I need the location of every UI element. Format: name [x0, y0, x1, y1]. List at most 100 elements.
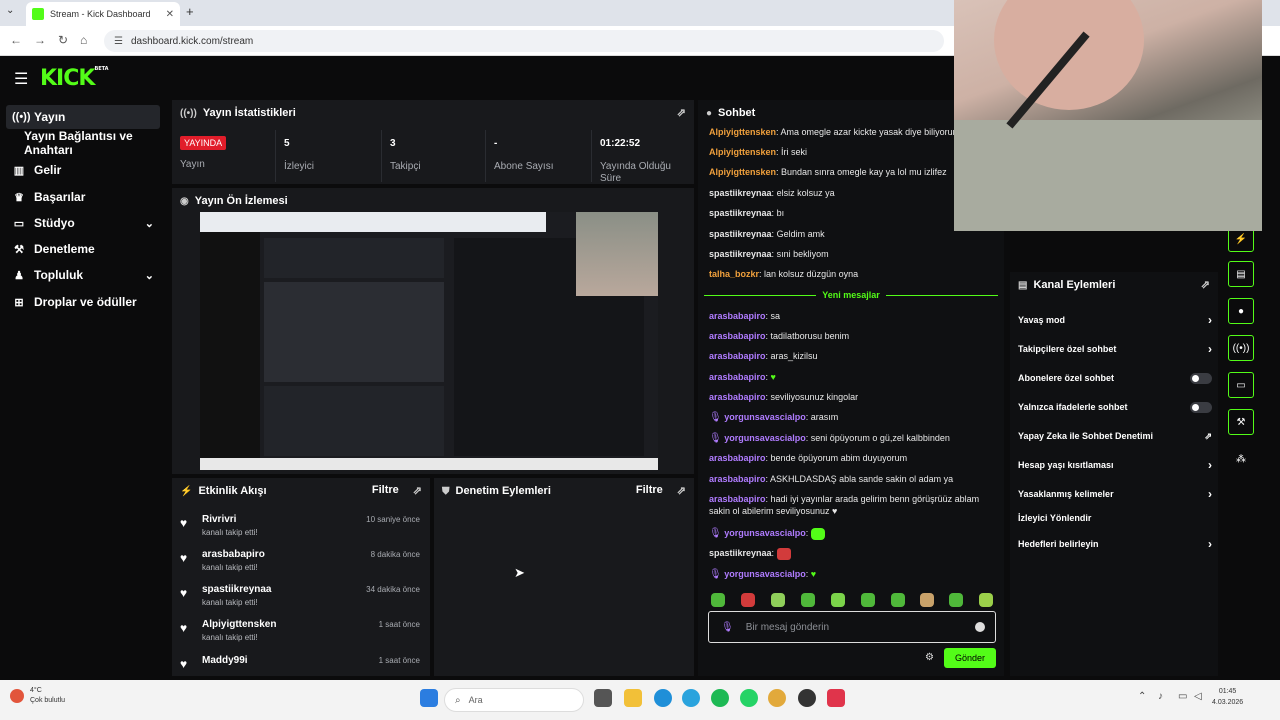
subscribers-only-toggle[interactable] — [1190, 372, 1212, 384]
sidebar-item-stream-key[interactable]: Yayın Bağlantısı ve Anahtarı — [6, 129, 160, 157]
popout-icon[interactable]: ⇗ — [1201, 278, 1210, 291]
activity-user[interactable]: Rivrivri — [202, 514, 236, 525]
kick-logo[interactable]: KICKBETA — [40, 66, 109, 91]
taskbar-search[interactable]: ⌕ Ara — [444, 688, 584, 712]
channel-action-ai-moderation[interactable]: Yapay Zeka ile Sohbet Denetimi ⇗ — [1018, 426, 1214, 446]
chat-username[interactable]: Alpiyigttensken — [709, 167, 776, 177]
edge-icon[interactable] — [654, 689, 672, 707]
channel-action-host[interactable]: İzleyici Yönlendir — [1018, 508, 1214, 528]
activity-user[interactable]: arasbabapiro — [202, 549, 265, 560]
telegram-icon[interactable] — [682, 689, 700, 707]
microphone-icon[interactable]: ♪ — [1158, 691, 1163, 702]
chat-username[interactable]: yorgunsavascialpo — [724, 433, 806, 443]
quick-action-document[interactable]: ▤ — [1228, 261, 1254, 287]
home-icon[interactable]: ⌂ — [80, 33, 87, 47]
quick-action-broadcast[interactable]: ((•)) — [1228, 335, 1254, 361]
popout-icon[interactable]: ⇗ — [677, 106, 686, 119]
chat-username[interactable]: spastiikreynaa — [709, 208, 772, 218]
task-view-icon[interactable] — [594, 689, 612, 707]
forward-icon[interactable]: → — [34, 33, 46, 47]
quick-action-chat[interactable]: ● — [1228, 298, 1254, 324]
sidebar-item-revenue[interactable]: ▥ Gelir — [6, 158, 160, 182]
chat-username[interactable]: spastiikreynaa — [709, 548, 772, 558]
emote-picker-item[interactable] — [711, 593, 725, 607]
quick-action-studio[interactable]: ▭ — [1228, 372, 1254, 398]
sidebar-item-achievements[interactable]: ♛ Başarılar — [6, 185, 160, 209]
emote-only-toggle[interactable] — [1190, 401, 1212, 413]
chat-username[interactable]: spastiikreynaa — [709, 249, 772, 259]
chrome-icon[interactable] — [768, 689, 786, 707]
weather-widget[interactable]: 4°C Çok bulutlu — [10, 686, 65, 706]
chat-username[interactable]: Alpiyigttensken — [709, 127, 776, 137]
chat-username[interactable]: spastiikreynaa — [709, 229, 772, 239]
close-tab-icon[interactable]: ✕ — [166, 9, 174, 20]
reload-icon[interactable]: ↻ — [58, 33, 68, 47]
back-icon[interactable]: ← — [10, 33, 22, 47]
activity-user[interactable]: Maddy99i — [202, 655, 248, 666]
emote-picker-item[interactable] — [949, 593, 963, 607]
app-icon[interactable] — [827, 689, 845, 707]
start-icon[interactable] — [420, 689, 438, 707]
chat-settings-icon[interactable]: ⚙ — [925, 652, 934, 663]
filter-button[interactable]: Filtre — [636, 484, 663, 497]
url-bar[interactable]: ☰ dashboard.kick.com/stream — [104, 30, 944, 52]
channel-action-followers-only[interactable]: Takipçilere özel sohbet › — [1018, 339, 1214, 359]
popout-icon[interactable]: ⇗ — [413, 484, 422, 497]
chat-username[interactable]: arasbabapiro — [709, 453, 766, 463]
activity-user[interactable]: Alpiyigttensken — [202, 619, 276, 630]
popout-icon[interactable]: ⇗ — [677, 484, 686, 497]
stream-preview-video[interactable] — [200, 212, 658, 470]
emote-picker-item[interactable] — [801, 593, 815, 607]
chat-username[interactable]: arasbabapiro — [709, 474, 766, 484]
chat-input[interactable]: 🎙 Bir mesaj gönderin — [708, 611, 996, 643]
sidebar-item-community[interactable]: ♟ Topluluk ⌄ — [6, 263, 160, 287]
sidebar-item-moderation[interactable]: ⚒ Denetleme — [6, 237, 160, 261]
new-tab-icon[interactable]: + — [186, 4, 194, 19]
emote-picker-item[interactable] — [741, 593, 755, 607]
channel-action-account-age[interactable]: Hesap yaşı kısıtlaması › — [1018, 455, 1214, 475]
whatsapp-icon[interactable] — [740, 689, 758, 707]
filter-button[interactable]: Filtre — [372, 484, 399, 497]
channel-action-banned-words[interactable]: Yasaklanmış kelimeler › — [1018, 484, 1214, 504]
menu-icon[interactable]: ☰ — [14, 69, 28, 89]
chat-username[interactable]: talha_bozkr — [709, 269, 759, 279]
chat-username[interactable]: yorgunsavascialpo — [724, 569, 806, 579]
channel-action-emote-only[interactable]: Yalnızca ifadelerle sohbet — [1018, 397, 1214, 417]
channel-action-goals[interactable]: Hedefleri belirleyin › — [1018, 534, 1214, 554]
obs-icon[interactable] — [798, 689, 816, 707]
tray-chevron-icon[interactable]: ⌃ — [1138, 691, 1146, 702]
emoji-icon[interactable] — [975, 622, 985, 632]
sidebar-item-stream[interactable]: ((•)) Yayın — [6, 105, 160, 129]
chat-username[interactable]: arasbabapiro — [709, 351, 766, 361]
emote-picker-item[interactable] — [979, 593, 993, 607]
file-explorer-icon[interactable] — [624, 689, 642, 707]
emote-picker-item[interactable] — [771, 593, 785, 607]
tab-list-icon[interactable]: ⌄ — [6, 5, 14, 16]
chat-username[interactable]: arasbabapiro — [709, 311, 766, 321]
emote-picker-item[interactable] — [861, 593, 875, 607]
sidebar-item-studio[interactable]: ▭ Stüdyo ⌄ — [6, 211, 160, 235]
chat-username[interactable]: yorgunsavascialpo — [724, 528, 806, 538]
taskbar-clock[interactable]: 01:45 4.03.2026 — [1212, 686, 1243, 708]
chat-username[interactable]: arasbabapiro — [709, 392, 766, 402]
chat-username[interactable]: arasbabapiro — [709, 494, 766, 504]
activity-user[interactable]: spastiikreynaa — [202, 584, 272, 595]
chat-username[interactable]: spastiikreynaa — [709, 188, 772, 198]
chat-username[interactable]: yorgunsavascialpo — [724, 412, 806, 422]
quick-action-more[interactable]: ⁂ — [1228, 446, 1254, 472]
emote-picker-item[interactable] — [891, 593, 905, 607]
chat-username[interactable]: arasbabapiro — [709, 331, 766, 341]
sidebar-item-drops[interactable]: ⊞ Droplar ve ödüller — [6, 290, 160, 314]
chat-username[interactable]: Alpiyigttensken — [709, 147, 776, 157]
spotify-icon[interactable] — [711, 689, 729, 707]
channel-action-subscribers-only[interactable]: Abonelere özel sohbet — [1018, 368, 1214, 388]
browser-tab[interactable]: Stream - Kick Dashboard ✕ — [26, 2, 180, 26]
send-button[interactable]: Gönder — [944, 648, 996, 668]
emote-picker-item[interactable] — [920, 593, 934, 607]
emote-picker-item[interactable] — [831, 593, 845, 607]
network-icon[interactable]: ▭ — [1178, 691, 1187, 702]
site-info-icon[interactable]: ☰ — [114, 36, 123, 47]
channel-action-slow-mode[interactable]: Yavaş mod › — [1018, 310, 1214, 330]
quick-action-tools[interactable]: ⚒ — [1228, 409, 1254, 435]
chat-username[interactable]: arasbabapiro — [709, 372, 766, 382]
